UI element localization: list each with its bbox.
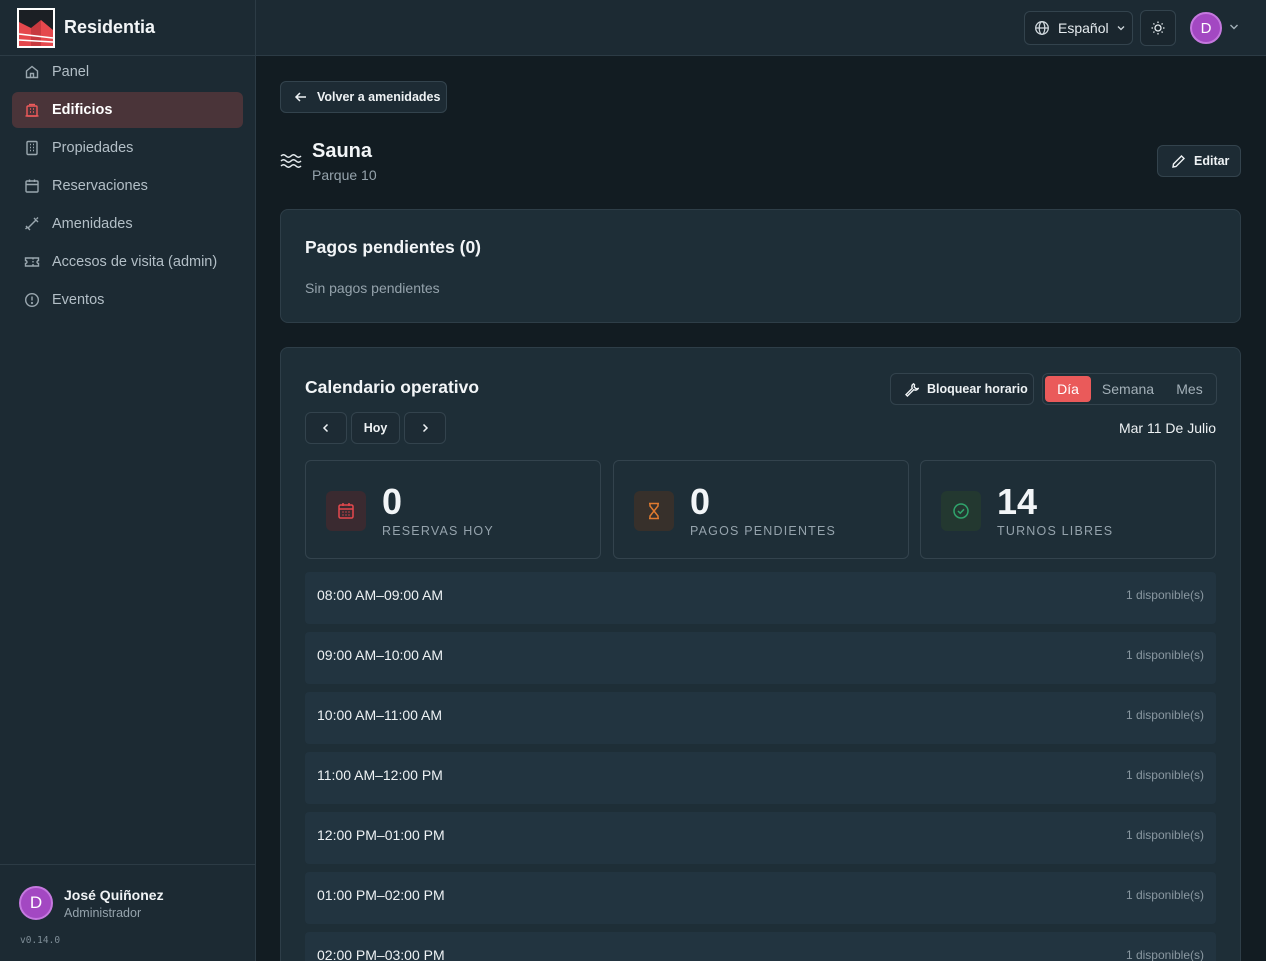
slot-availability: 1 disponible(s)	[1125, 948, 1204, 961]
sidebar-item-label: Edificios	[52, 102, 113, 118]
pending-payments-empty: Sin pagos pendientes	[305, 280, 440, 296]
hourglass-icon	[634, 491, 674, 531]
stat-free-slots: 14 TURNOS LIBRES	[920, 460, 1216, 559]
pending-payments-title: Pagos pendientes (0)	[305, 237, 482, 257]
user-profile[interactable]: D José Quiñonez Administrador	[19, 886, 164, 920]
ticket-icon	[24, 254, 40, 270]
block-schedule-label: Bloquear horario	[927, 382, 1028, 396]
user-name: José Quiñonez	[64, 886, 164, 903]
sidebar: Residentia Panel Edificios Propiedades R…	[0, 0, 256, 961]
slot-time: 09:00 AM–10:00 AM	[317, 647, 444, 663]
sidebar-footer: D José Quiñonez Administrador v0.14.0	[0, 864, 255, 961]
sidebar-item-accesos[interactable]: Accesos de visita (admin)	[12, 244, 243, 280]
time-slot[interactable]: 11:00 AM–12:00 PM 1 disponible(s)	[305, 752, 1216, 804]
slot-availability: 1 disponible(s)	[1125, 768, 1204, 782]
sidebar-item-label: Amenidades	[52, 216, 133, 232]
wrench-icon	[905, 382, 919, 397]
dumbbell-icon	[24, 216, 40, 232]
calendar-title: Calendario operativo	[305, 377, 480, 397]
stat-value: 14	[997, 481, 1038, 522]
view-day-button[interactable]: Día	[1045, 376, 1091, 402]
sidebar-item-label: Eventos	[52, 292, 105, 308]
stat-label: TURNOS LIBRES	[997, 524, 1114, 538]
slot-time: 01:00 PM–02:00 PM	[317, 887, 445, 903]
slot-time: 10:00 AM–11:00 AM	[317, 707, 443, 723]
user-role: Administrador	[64, 905, 142, 920]
next-day-button[interactable]	[404, 412, 446, 444]
current-date: Mar 11 De Julio	[1118, 420, 1216, 436]
user-menu-avatar[interactable]: D	[1190, 12, 1222, 44]
sauna-waves-icon	[280, 154, 302, 168]
language-label: Español	[1058, 20, 1109, 36]
time-slot[interactable]: 09:00 AM–10:00 AM 1 disponible(s)	[305, 632, 1216, 684]
stat-label: RESERVAS HOY	[382, 524, 494, 538]
chevron-down-icon[interactable]	[1228, 21, 1240, 33]
topbar: Español D	[256, 0, 1266, 56]
time-slot[interactable]: 12:00 PM–01:00 PM 1 disponible(s)	[305, 812, 1216, 864]
pending-payments-card: Pagos pendientes (0) Sin pagos pendiente…	[280, 209, 1241, 323]
page-subtitle: Parque 10	[312, 167, 377, 183]
sidebar-item-label: Propiedades	[52, 140, 134, 156]
sidebar-item-eventos[interactable]: Eventos	[12, 282, 243, 318]
today-button[interactable]: Hoy	[351, 412, 400, 444]
time-slot[interactable]: 02:00 PM–03:00 PM 1 disponible(s)	[305, 932, 1216, 961]
sun-icon	[1151, 21, 1165, 35]
chevron-left-icon	[322, 423, 329, 433]
slot-time: 11:00 AM–12:00 PM	[317, 767, 443, 783]
operational-calendar-card: Calendario operativo Bloquear horario Dí…	[280, 347, 1241, 961]
stat-pending-payments: 0 PAGOS PENDIENTES	[613, 460, 909, 559]
slot-availability: 1 disponible(s)	[1125, 708, 1204, 722]
stat-value: 0	[382, 481, 403, 522]
view-switcher: Día Semana Mes	[1042, 373, 1217, 405]
main-content: Volver a amenidades Sauna Parque 10 Edit…	[256, 57, 1266, 961]
sidebar-nav: Panel Edificios Propiedades Reservacione…	[0, 0, 255, 320]
slot-availability: 1 disponible(s)	[1125, 588, 1204, 602]
stat-reservations-today: 0 RESERVAS HOY	[305, 460, 601, 559]
home-icon	[24, 64, 40, 80]
building-icon	[24, 102, 40, 118]
calendar-icon	[24, 178, 40, 194]
block-schedule-button[interactable]: Bloquear horario	[890, 373, 1034, 405]
back-to-amenities-button[interactable]: Volver a amenidades	[280, 81, 447, 113]
slot-time: 02:00 PM–03:00 PM	[317, 947, 445, 961]
app-version: v0.14.0	[20, 935, 61, 946]
sidebar-item-label: Reservaciones	[52, 178, 148, 194]
sidebar-item-edificios[interactable]: Edificios	[12, 92, 243, 128]
alert-circle-icon	[24, 292, 40, 308]
stat-value: 0	[690, 481, 711, 522]
sidebar-item-propiedades[interactable]: Propiedades	[12, 130, 243, 166]
arrow-left-icon	[294, 92, 306, 102]
back-label: Volver a amenidades	[317, 90, 441, 104]
language-select[interactable]: Español	[1024, 11, 1133, 45]
edit-button[interactable]: Editar	[1157, 145, 1241, 177]
time-slot[interactable]: 08:00 AM–09:00 AM 1 disponible(s)	[305, 572, 1216, 624]
stat-label: PAGOS PENDIENTES	[690, 524, 837, 538]
time-slot[interactable]: 01:00 PM–02:00 PM 1 disponible(s)	[305, 872, 1216, 924]
slot-availability: 1 disponible(s)	[1125, 888, 1204, 902]
view-month-button[interactable]: Mes	[1165, 376, 1214, 402]
calendar-grid-icon	[326, 491, 366, 531]
chevron-down-icon	[1117, 26, 1125, 31]
sidebar-item-reservaciones[interactable]: Reservaciones	[12, 168, 243, 204]
sidebar-item-label: Panel	[52, 64, 90, 80]
avatar: D	[19, 886, 53, 920]
time-slot[interactable]: 10:00 AM–11:00 AM 1 disponible(s)	[305, 692, 1216, 744]
chevron-right-icon	[422, 423, 429, 433]
edit-label: Editar	[1194, 154, 1230, 168]
pencil-icon	[1172, 154, 1185, 168]
view-week-button[interactable]: Semana	[1091, 376, 1165, 402]
sidebar-item-label: Accesos de visita (admin)	[52, 254, 218, 270]
check-circle-icon	[941, 491, 981, 531]
page-title: Sauna	[312, 140, 373, 162]
sidebar-item-panel[interactable]: Panel	[12, 54, 243, 90]
property-icon	[24, 140, 40, 156]
sidebar-item-amenidades[interactable]: Amenidades	[12, 206, 243, 242]
theme-toggle-button[interactable]	[1140, 10, 1176, 46]
globe-icon	[1035, 21, 1049, 35]
slot-availability: 1 disponible(s)	[1125, 648, 1204, 662]
slot-availability: 1 disponible(s)	[1125, 828, 1204, 842]
slot-time: 08:00 AM–09:00 AM	[317, 587, 444, 603]
prev-day-button[interactable]	[305, 412, 347, 444]
slot-time: 12:00 PM–01:00 PM	[317, 827, 445, 843]
